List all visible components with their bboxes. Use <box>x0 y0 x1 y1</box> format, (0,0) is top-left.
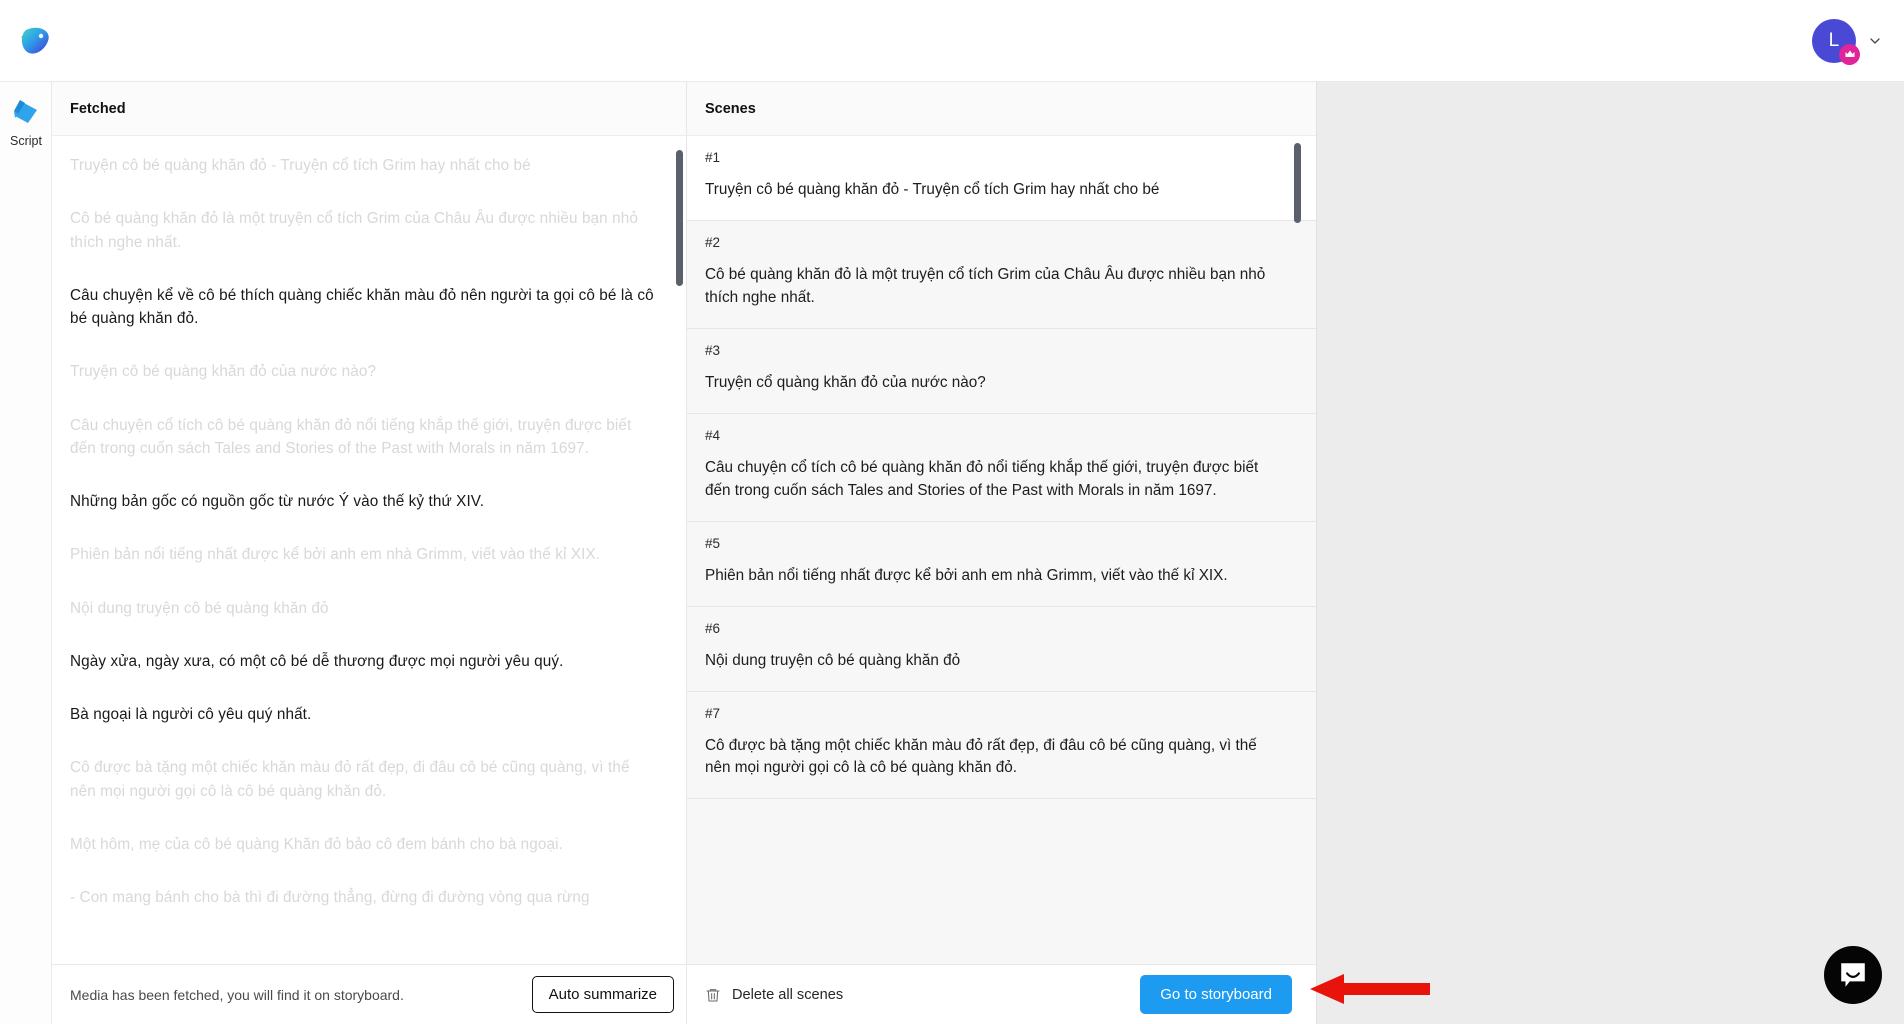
left-arrow-annotation-icon <box>1310 974 1430 1004</box>
fetched-paragraph[interactable]: Một hôm, mẹ của cô bé quàng Khăn đỏ bảo … <box>70 833 658 856</box>
scene-number: #5 <box>705 535 721 551</box>
top-bar: L <box>0 0 1904 82</box>
scene-card[interactable]: #6 Nội dung truyện cô bé quàng khăn đỏ <box>687 606 1316 692</box>
scene-card[interactable]: #4 Câu chuyện cổ tích cô bé quàng khăn đ… <box>687 413 1316 522</box>
sidebar-item-label: Script <box>10 134 42 148</box>
chevron-down-icon[interactable] <box>1864 30 1886 52</box>
scene-text: Phiên bản nổi tiếng nhất được kể bởi anh… <box>705 566 1228 584</box>
scene-text: Cô bé quàng khăn đỏ là một truyện cổ tíc… <box>705 265 1266 306</box>
scene-number: #1 <box>705 150 721 165</box>
crown-icon <box>1839 43 1860 65</box>
fetched-paragraph[interactable]: Phiên bản nổi tiếng nhất được kể bởi anh… <box>70 543 658 566</box>
auto-summarize-button[interactable]: Auto summarize <box>531 976 674 1013</box>
fetched-scrollbar[interactable] <box>676 150 683 286</box>
scene-number: #6 <box>705 620 721 636</box>
delete-all-scenes-label: Delete all scenes <box>732 986 844 1003</box>
fetched-paragraph[interactable]: Nội dung truyện cô bé quàng khăn đỏ <box>70 597 658 620</box>
left-arrow-annotation <box>1310 972 1430 1006</box>
scenes-panel: Scenes #1 Truyện cô bé quàng khăn đỏ - Tr… <box>687 82 1317 1024</box>
chat-bubble-icon <box>1841 963 1865 987</box>
scene-text: Cô được bà tặng một chiếc khăn màu đỏ rấ… <box>705 736 1257 777</box>
delete-all-scenes-button[interactable]: Delete all scenes <box>705 986 843 1004</box>
fetched-paragraph[interactable]: Truyện cô bé quàng khăn đỏ - Truyện cổ t… <box>70 154 658 177</box>
fetched-paragraph[interactable]: Câu chuyện cổ tích cô bé quàng khăn đỏ n… <box>70 414 658 461</box>
topbar-right-group: L <box>1812 18 1886 65</box>
fetched-paragraph[interactable]: Câu chuyện kể về cô bé thích quàng chiếc… <box>70 284 658 331</box>
fetch-status-note: Media has been fetched, you will find it… <box>70 986 404 1003</box>
fetched-paragraph[interactable]: Cô được bà tặng một chiếc khăn màu đỏ rấ… <box>70 756 658 803</box>
scene-number: #3 <box>705 342 721 358</box>
trash-icon <box>705 986 721 1004</box>
scenes-list[interactable]: #1 Truyện cô bé quàng khăn đỏ - Truyện cổ… <box>687 136 1316 964</box>
scene-text: Câu chuyện cổ tích cô bé quàng khăn đỏ n… <box>705 458 1259 499</box>
fetched-paragraph[interactable]: Ngày xửa, ngày xưa, có một cô bé dễ thươ… <box>70 650 658 673</box>
scenes-panel-footer: Delete all scenes Go to storyboard <box>687 964 1316 1024</box>
scene-text: Truyện cổ quàng khăn đỏ của nước nào? <box>705 373 986 391</box>
sidebar-item-script[interactable]: Script <box>0 96 52 148</box>
app-root: L Script Fetched Truyện cô bé quàng khăn… <box>0 0 1904 1024</box>
app-logo[interactable] <box>10 17 58 65</box>
scene-card[interactable]: #5 Phiên bản nổi tiếng nhất được kể bởi … <box>687 521 1316 607</box>
scene-card[interactable]: #3 Truyện cổ quàng khăn đỏ của nước nào? <box>687 328 1316 414</box>
scene-card[interactable]: #7 Cô được bà tặng một chiếc khăn màu đỏ… <box>687 691 1316 800</box>
app-logo-icon <box>21 27 49 54</box>
fetched-panel-footer: Media has been fetched, you will find it… <box>52 964 686 1024</box>
script-pen-icon <box>9 96 43 130</box>
scene-text: Nội dung truyện cô bé quàng khăn đỏ <box>705 651 961 669</box>
scene-number: #2 <box>705 234 721 250</box>
scene-card[interactable]: #2 Cô bé quàng khăn đỏ là một truyện cổ t… <box>687 220 1316 329</box>
fetched-paragraph[interactable]: - Con mang bánh cho bà thì đi đường thẳn… <box>70 886 658 909</box>
scene-number: #7 <box>705 705 721 721</box>
fetched-panel: Fetched Truyện cô bé quàng khăn đỏ - Tru… <box>52 82 687 1024</box>
fetched-paragraph[interactable]: Những bản gốc có nguồn gốc từ nước Ý vào… <box>70 490 658 513</box>
fetched-paragraph[interactable]: Truyện cô bé quàng khăn đỏ của nước nào? <box>70 360 658 383</box>
chat-launcher-button[interactable] <box>1824 946 1882 1004</box>
left-sidebar: Script <box>0 82 52 1024</box>
scene-number: #4 <box>705 427 721 443</box>
go-to-storyboard-button[interactable]: Go to storyboard <box>1140 975 1292 1014</box>
scenes-panel-title: Scenes <box>687 82 1316 136</box>
scenes-scrollbar[interactable] <box>1294 143 1301 223</box>
scene-card[interactable]: #1 Truyện cô bé quàng khăn đỏ - Truyện cổ… <box>687 136 1316 221</box>
fetched-paragraph[interactable]: Bà ngoại là người cô yêu quý nhất. <box>70 703 658 726</box>
avatar[interactable]: L <box>1812 18 1860 65</box>
scene-text: Truyện cô bé quàng khăn đỏ - Truyện cổ t… <box>705 181 1160 198</box>
fetched-panel-title: Fetched <box>52 82 686 136</box>
fetched-text-list[interactable]: Truyện cô bé quàng khăn đỏ - Truyện cổ t… <box>52 136 686 964</box>
fetched-paragraph[interactable]: Cô bé quàng khăn đỏ là một truyện cổ tíc… <box>70 207 658 254</box>
